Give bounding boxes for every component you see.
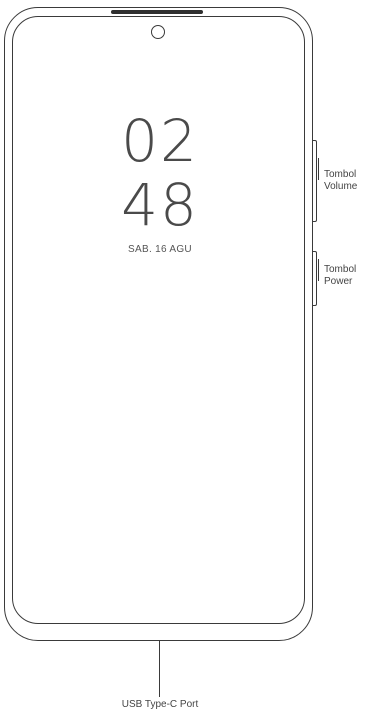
usb-port-label: USB Type-C Port [121, 699, 199, 710]
power-callout-line [318, 259, 319, 281]
volume-callout-line [318, 158, 319, 180]
clock-minutes: 48 [121, 171, 199, 239]
volume-label: Tombol Volume [324, 169, 357, 193]
front-camera-icon [151, 25, 165, 39]
power-label-line1: Tombol [324, 264, 357, 275]
usb-callout-line [159, 641, 160, 697]
volume-button [313, 140, 317, 222]
power-button [313, 251, 317, 306]
power-label: Tombol Power [324, 264, 356, 288]
earpiece-speaker [111, 10, 203, 14]
volume-label-line2: Volume [324, 181, 358, 192]
volume-label-line1: Tombol [324, 169, 357, 180]
clock-hours: 02 [121, 107, 199, 175]
clock-date: SAB. 16 AGU [128, 244, 192, 255]
power-label-line2: Power [324, 276, 353, 287]
